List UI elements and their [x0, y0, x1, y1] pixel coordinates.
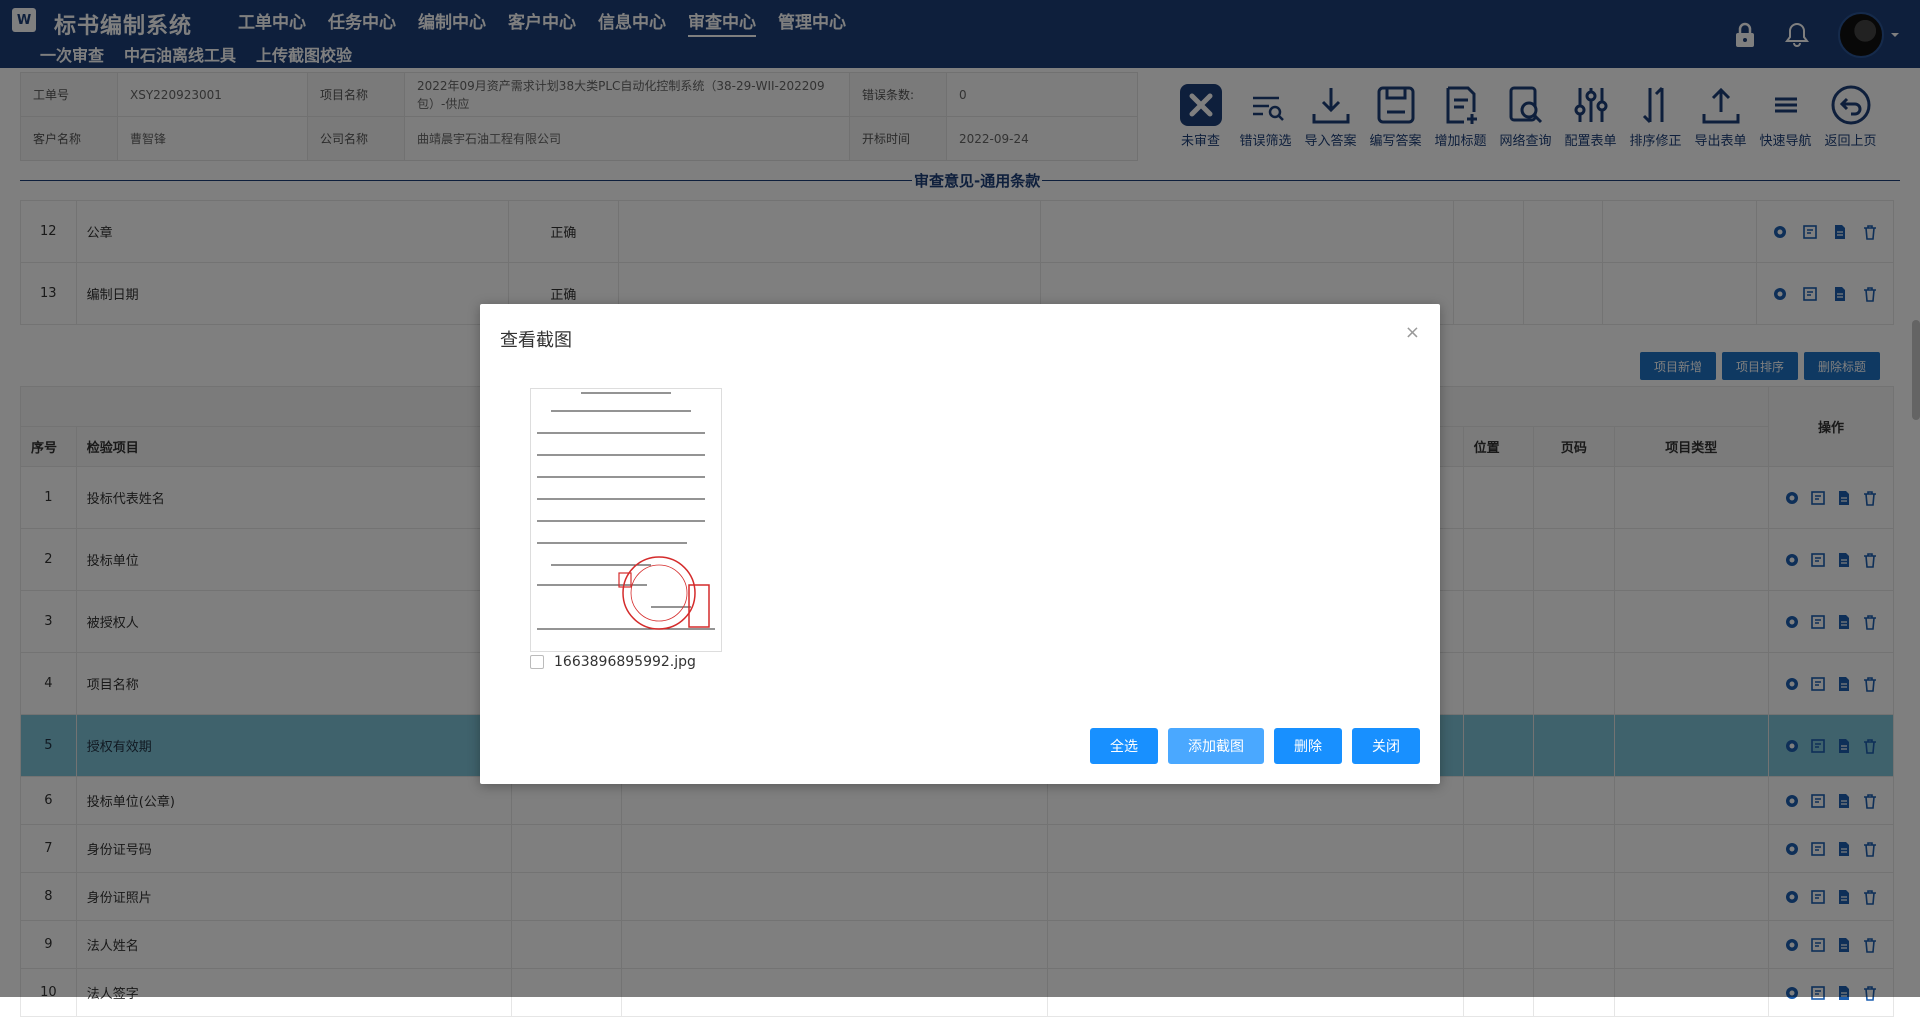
- dialog-actions: 全选 添加截图 删除 关闭: [1090, 728, 1420, 764]
- close-button[interactable]: 关闭: [1352, 728, 1420, 764]
- view-screenshot-dialog: 查看截图 × 1663896895992.jpg 全选 添加截图 删除 关闭: [480, 304, 1440, 784]
- select-all-button[interactable]: 全选: [1090, 728, 1158, 764]
- close-icon[interactable]: ×: [1405, 322, 1420, 343]
- screenshot-thumbnail[interactable]: [530, 388, 722, 652]
- screenshot-file: 1663896895992.jpg: [530, 654, 696, 670]
- add-screenshot-button[interactable]: 添加截图: [1168, 728, 1264, 764]
- delete-button[interactable]: 删除: [1274, 728, 1342, 764]
- dialog-title: 查看截图: [500, 330, 572, 351]
- file-checkbox[interactable]: [530, 655, 544, 669]
- file-name: 1663896895992.jpg: [554, 654, 696, 670]
- document-image: [531, 389, 721, 651]
